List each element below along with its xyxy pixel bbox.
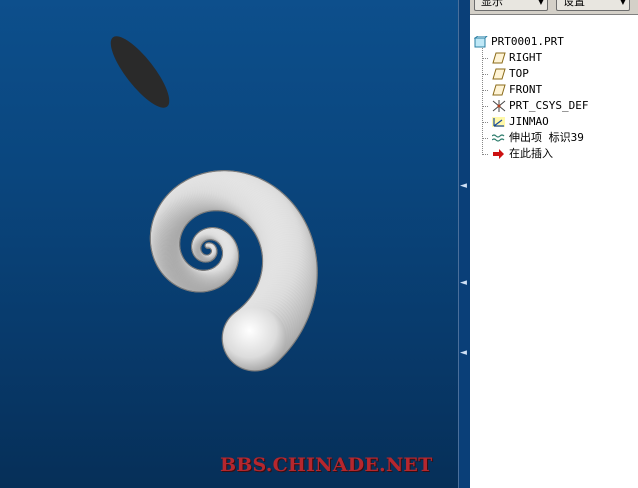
spiral-shell-model[interactable] <box>0 0 458 488</box>
model-tree-toolbar: 显示 ▼ 设置 ▼ <box>470 0 638 15</box>
pane-splitter[interactable]: ◄ ◄ ◄ <box>458 0 470 488</box>
graphics-viewport[interactable]: BBS.CHINADE.NET <box>0 0 458 488</box>
watermark-text: BBS.CHINADE.NET <box>220 454 433 476</box>
show-menu-label: 显示 <box>481 0 503 8</box>
show-menu-button[interactable]: 显示 ▼ <box>474 0 548 11</box>
tree-root-label: PRT0001.PRT <box>491 35 564 48</box>
shell-tube-segment <box>222 306 287 371</box>
collapse-left-arrow-icon[interactable]: ◄ <box>460 182 469 195</box>
tree-item-label: JINMAO <box>509 115 549 128</box>
chevron-down-icon: ▼ <box>619 0 626 6</box>
part-icon <box>473 35 489 48</box>
datum-plane-icon <box>492 68 506 80</box>
tree-item-label: FRONT <box>509 83 543 96</box>
sketch-curve-icon <box>492 116 506 128</box>
datum-plane-icon <box>492 52 506 64</box>
protrusion-icon <box>491 132 506 144</box>
tree-item-label: 伸出项 标识39 <box>509 131 584 144</box>
settings-menu-button[interactable]: 设置 ▼ <box>556 0 630 11</box>
tree-item-label: TOP <box>509 67 529 80</box>
tree-item-label: 在此插入 <box>509 147 553 160</box>
datum-plane-icon <box>492 84 506 96</box>
shell-opening <box>110 36 170 108</box>
settings-menu-label: 设置 <box>563 0 585 8</box>
tree-item-label: PRT_CSYS_DEF <box>509 99 589 112</box>
coordinate-system-icon <box>492 100 506 112</box>
model-tree-panel: 显示 ▼ 设置 ▼ PRT0001.PRT RIGHT TOP FRONT PR… <box>470 0 638 488</box>
chevron-down-icon: ▼ <box>537 0 544 6</box>
insert-here-arrow-icon <box>492 148 506 160</box>
tree-item-label: RIGHT <box>509 51 543 64</box>
collapse-left-arrow-icon[interactable]: ◄ <box>460 279 469 292</box>
collapse-left-arrow-icon[interactable]: ◄ <box>460 349 469 362</box>
spiral-shell-surface <box>149 170 318 372</box>
